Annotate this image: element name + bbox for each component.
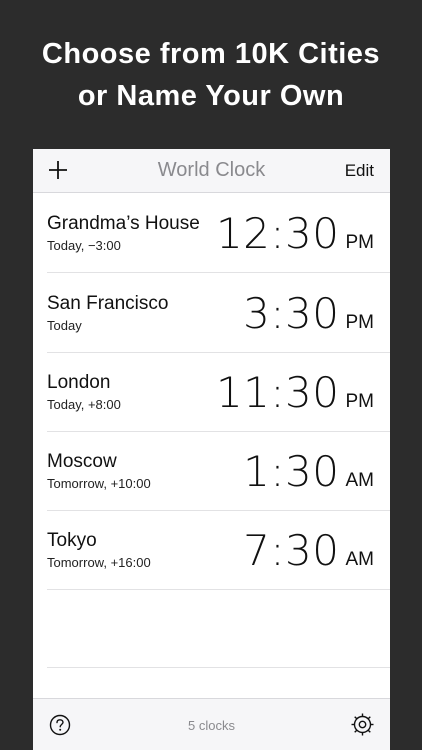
time-ampm: PM (345, 391, 375, 412)
list-divider (47, 667, 390, 668)
time-digits: 1:30 (243, 447, 340, 496)
clock-row[interactable]: Grandma’s House Today, −3:00 12:30 PM (33, 193, 390, 273)
clock-time: 7:30 AM (243, 526, 374, 575)
clock-count: 5 clocks (188, 718, 235, 733)
promo-line-2: or Name Your Own (77, 80, 345, 112)
time-ampm: PM (345, 312, 375, 333)
edit-button[interactable]: Edit (345, 161, 374, 181)
bottom-toolbar: 5 clocks (33, 698, 390, 750)
city-name: Moscow (47, 451, 117, 472)
city-name: London (47, 372, 111, 393)
clock-row[interactable]: Moscow Tomorrow, +10:00 1:30 AM (33, 431, 390, 511)
app-screen: World Clock Edit Grandma’s House Today, … (33, 149, 390, 750)
time-digits: 7:30 (243, 526, 340, 575)
page-title: World Clock (157, 159, 266, 181)
clock-time: 11:30 PM (216, 368, 374, 417)
city-offset: Tomorrow, +10:00 (47, 476, 151, 491)
time-digits: 3:30 (243, 289, 340, 338)
navigation-bar: World Clock Edit (33, 149, 390, 193)
city-offset: Today, +8:00 (47, 397, 121, 412)
row-divider (47, 589, 390, 590)
clock-row[interactable]: Tokyo Tomorrow, +16:00 7:30 AM (33, 510, 390, 590)
time-ampm: AM (345, 470, 375, 491)
promo-line-1: Choose from 10K Cities (41, 38, 381, 70)
clock-time: 3:30 PM (243, 289, 374, 338)
settings-button[interactable] (350, 712, 375, 737)
city-name: San Francisco (47, 293, 169, 314)
time-digits: 11:30 (215, 368, 340, 417)
time-ampm: AM (345, 549, 375, 570)
city-name: Grandma’s House (47, 213, 200, 234)
city-offset: Today (47, 318, 82, 333)
promo-header: Choose from 10K Cities or Name Your Own (0, 0, 422, 150)
gear-icon (351, 713, 374, 736)
city-name: Tokyo (47, 530, 97, 551)
city-offset: Tomorrow, +16:00 (47, 555, 151, 570)
clock-row[interactable]: London Today, +8:00 11:30 PM (33, 352, 390, 432)
clock-time: 1:30 AM (243, 447, 374, 496)
clock-time: 12:30 PM (216, 209, 374, 258)
time-ampm: PM (345, 232, 375, 253)
clock-row[interactable]: San Francisco Today 3:30 PM (33, 273, 390, 353)
time-digits: 12:30 (215, 209, 340, 258)
city-offset: Today, −3:00 (47, 238, 121, 253)
